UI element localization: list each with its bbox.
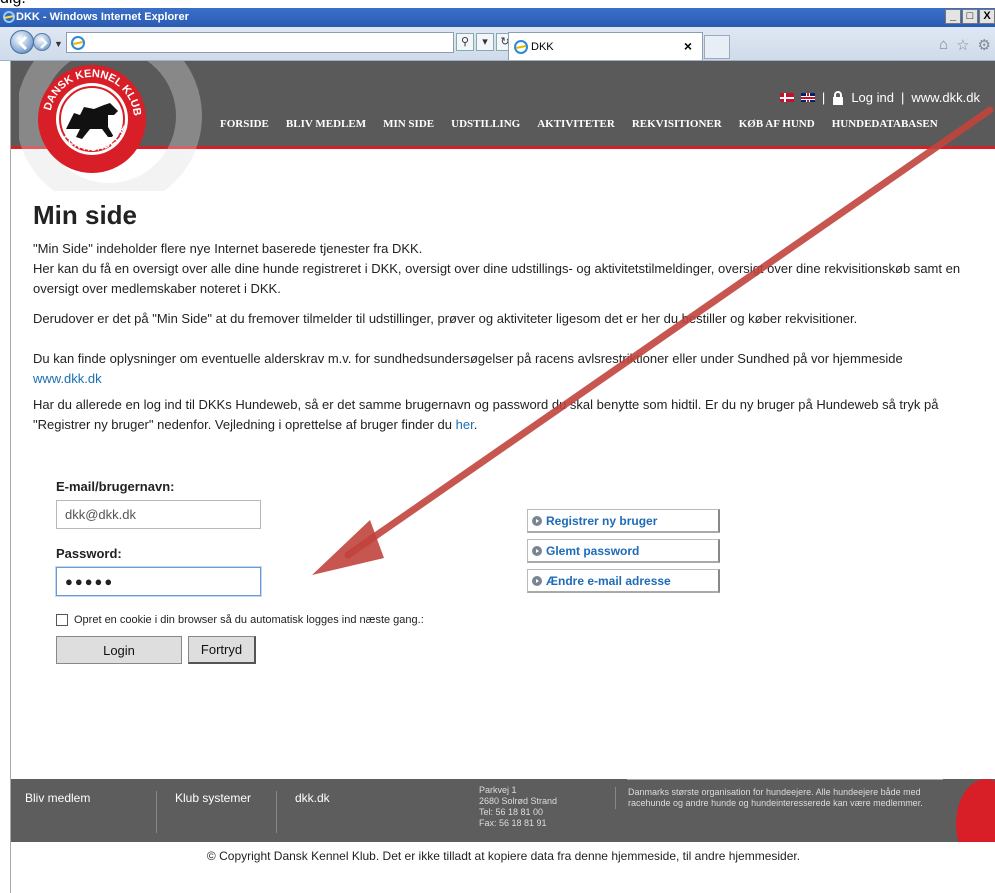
arrow-bullet-icon <box>532 545 542 556</box>
nav-rekvisitioner[interactable]: REKVISITIONER <box>632 118 722 130</box>
new-tab-button[interactable] <box>704 35 730 59</box>
email-field[interactable] <box>56 500 261 529</box>
footer-red-corner <box>956 779 995 842</box>
lock-icon <box>833 90 844 105</box>
back-arrow-icon <box>17 35 28 51</box>
nav-aktiviteter[interactable]: AKTIVITETER <box>537 118 615 130</box>
cookie-checkbox[interactable] <box>56 614 68 626</box>
age-requirements-text: Du kan finde oplysninger om eventuelle a… <box>33 351 903 386</box>
dkk-homepage-link[interactable]: www.dkk.dk <box>33 371 102 386</box>
login-button[interactable]: Login <box>56 636 182 664</box>
nav-hundedatabasen[interactable]: HUNDEDATABASEN <box>832 118 938 130</box>
web-page: DANSK KENNEL KLUB FOR HUNDEEJERE | Log i… <box>10 61 995 893</box>
page-ie-icon <box>71 36 85 50</box>
forgot-password-button[interactable]: Glemt password <box>527 539 720 563</box>
browser-toolbar: ▼ ⚲ ▾ ↻ DKK × ⌂ ☆ ⚙ <box>0 27 995 61</box>
dkk-site-link[interactable]: www.dkk.dk <box>911 90 980 105</box>
tab-dkk[interactable]: DKK × <box>508 32 703 60</box>
cookie-label: Opret en cookie i din browser så du auto… <box>74 614 424 626</box>
tab-ie-icon <box>514 40 528 54</box>
header-utility-links: | Log ind | www.dkk.dk <box>779 90 980 105</box>
copyright-text: © Copyright Dansk Kennel Klub. Det er ik… <box>206 849 801 863</box>
home-icon[interactable]: ⌂ <box>939 36 948 54</box>
english-flag-icon[interactable] <box>800 93 815 102</box>
tab-title: DKK <box>531 41 554 53</box>
address-dropdown-icon[interactable]: ▾ <box>476 33 494 51</box>
utility-separator-2: | <box>900 90 905 105</box>
main-navigation: FORSIDE BLIV MEDLEM MIN SIDE UDSTILLING … <box>220 118 955 130</box>
password-field[interactable] <box>56 567 261 596</box>
email-label: E-mail/brugernavn: <box>56 479 175 494</box>
close-window-button[interactable]: X <box>979 9 995 24</box>
address-bar[interactable] <box>66 32 454 53</box>
arrow-bullet-icon <box>532 575 542 586</box>
forward-button[interactable] <box>33 33 51 51</box>
nav-koeb-af-hund[interactable]: KØB AF HUND <box>739 118 815 130</box>
guide-link[interactable]: her <box>456 417 474 432</box>
tab-close-icon[interactable]: × <box>684 38 692 54</box>
window-titlebar: DKK - Windows Internet Explorer _ □ X <box>0 8 995 27</box>
nav-min-side[interactable]: MIN SIDE <box>383 118 434 130</box>
maximize-button[interactable]: □ <box>962 9 978 24</box>
register-user-button[interactable]: Registrer ny bruger <box>527 509 720 533</box>
footer-link-dkk[interactable]: dkk.dk <box>276 791 330 833</box>
cancel-button[interactable]: Fortryd <box>188 636 256 664</box>
tools-gear-icon[interactable]: ⚙ <box>978 36 991 54</box>
change-email-button[interactable]: Ændre e-mail adresse <box>527 569 720 593</box>
signup-text: Derudover er det på "Min Side" at du fre… <box>33 311 858 326</box>
window-title: DKK - Windows Internet Explorer <box>16 11 189 23</box>
danish-flag-icon[interactable] <box>779 93 794 102</box>
nav-udstilling[interactable]: UDSTILLING <box>451 118 520 130</box>
footer-divider <box>627 779 943 780</box>
favorites-star-icon[interactable]: ☆ <box>956 36 969 54</box>
arrow-bullet-icon <box>532 515 542 526</box>
back-button[interactable] <box>10 30 34 54</box>
search-icon[interactable]: ⚲ <box>456 33 474 51</box>
ie-logo-icon <box>3 11 15 23</box>
password-label: Password: <box>56 546 122 561</box>
main-content: Min side "Min Side" indeholder flere nye… <box>33 199 983 435</box>
footer-description: Danmarks største organisation for hundee… <box>615 787 945 809</box>
intro-line: "Min Side" indeholder flere nye Internet… <box>33 241 423 256</box>
dkk-logo[interactable]: DANSK KENNEL KLUB FOR HUNDEEJERE <box>36 63 148 175</box>
utility-separator: | <box>821 90 826 105</box>
nav-bliv-medlem[interactable]: BLIV MEDLEM <box>286 118 366 130</box>
history-dropdown-icon[interactable]: ▼ <box>54 39 63 49</box>
login-form: E-mail/brugernavn: Password: Opret en co… <box>56 479 424 664</box>
hundeweb-text: Har du allerede en log ind til DKKs Hund… <box>33 397 939 432</box>
footer-link-bliv-medlem[interactable]: Bliv medlem <box>25 791 90 842</box>
footer-address: Parkvej 1 2680 Solrød Strand Tel: 56 18 … <box>479 785 558 828</box>
account-actions: Registrer ny bruger Glemt password Ændre… <box>527 509 720 593</box>
minimize-button[interactable]: _ <box>945 9 961 24</box>
login-link[interactable]: Log ind <box>851 90 894 105</box>
nav-forside[interactable]: FORSIDE <box>220 118 269 130</box>
site-footer: Bliv medlem Klub systemer dkk.dk Parkvej… <box>11 779 995 842</box>
page-title: Min side <box>33 200 138 230</box>
intro-text: Her kan du få en oversigt over alle dine… <box>33 261 961 296</box>
cropped-text: dig. <box>0 0 995 8</box>
footer-link-klub-systemer[interactable]: Klub systemer <box>156 791 251 833</box>
site-header: DANSK KENNEL KLUB FOR HUNDEEJERE | Log i… <box>11 61 995 191</box>
forward-arrow-icon <box>40 37 48 49</box>
